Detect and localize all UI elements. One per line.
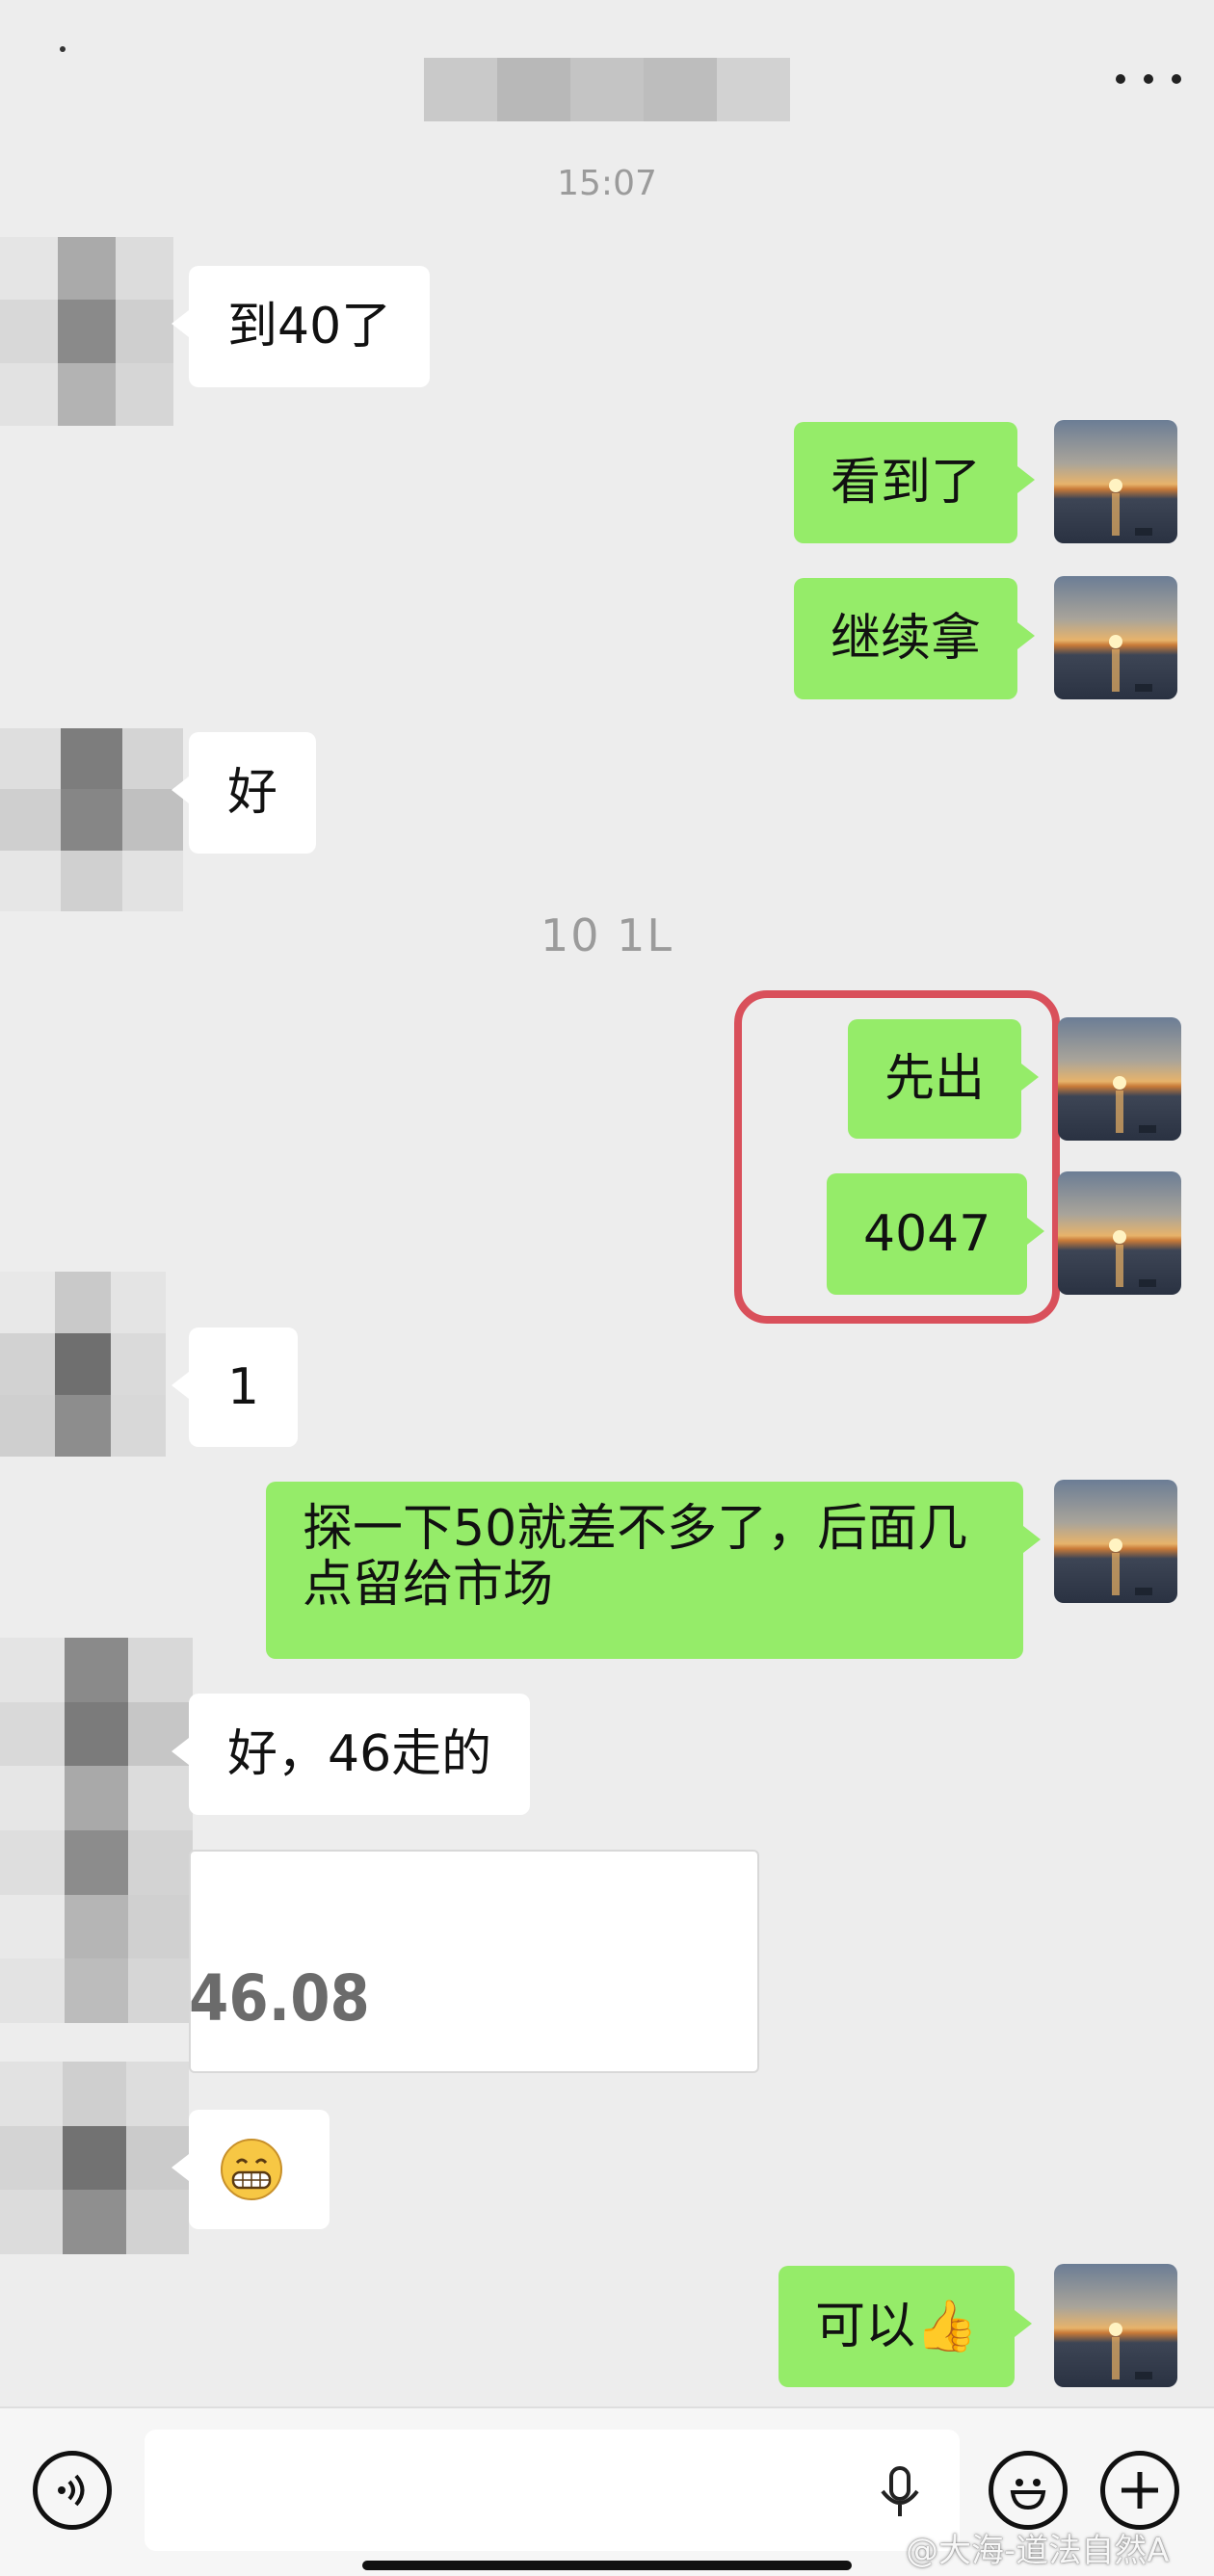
- message-bubble[interactable]: 看到了: [794, 422, 1036, 543]
- user-avatar[interactable]: [1054, 1480, 1177, 1603]
- card-value: 46.08: [189, 1961, 370, 2036]
- user-avatar[interactable]: [1058, 1171, 1181, 1295]
- contact-avatar[interactable]: [0, 1638, 193, 2023]
- message-bubble[interactable]: 好: [171, 732, 317, 854]
- chat-title-blurred: [424, 58, 790, 121]
- back-icon[interactable]: [60, 46, 66, 52]
- voice-icon[interactable]: [33, 2451, 112, 2530]
- message-bubble[interactable]: [172, 2110, 330, 2229]
- partial-timestamp: 10 1L: [540, 909, 674, 961]
- message-bubble[interactable]: 探一下50就差不多了，后面几点留给市场: [266, 1482, 1041, 1659]
- message-input[interactable]: [145, 2430, 960, 2551]
- grin-emoji-icon: [221, 2139, 282, 2200]
- message-bubble[interactable]: 4047: [827, 1173, 1045, 1295]
- message-bubble[interactable]: 先出: [848, 1019, 1040, 1139]
- watermark: @大海-道法自然A: [906, 2532, 1170, 2570]
- message-bubble[interactable]: 继续拿: [794, 578, 1036, 699]
- message-bubble[interactable]: 1: [171, 1327, 299, 1447]
- home-indicator[interactable]: [362, 2561, 852, 2570]
- message-bubble[interactable]: 好，46走的: [171, 1694, 531, 1815]
- message-bubble[interactable]: 可以👍: [779, 2266, 1032, 2387]
- contact-avatar[interactable]: [0, 237, 173, 426]
- microphone-icon[interactable]: [871, 2462, 929, 2524]
- user-avatar[interactable]: [1054, 2264, 1177, 2387]
- plus-icon[interactable]: [1100, 2451, 1179, 2530]
- more-icon[interactable]: [1116, 60, 1181, 98]
- contact-avatar[interactable]: [0, 728, 183, 911]
- contact-avatar[interactable]: [0, 2062, 189, 2254]
- user-avatar[interactable]: [1058, 1017, 1181, 1141]
- user-avatar[interactable]: [1054, 420, 1177, 543]
- emoji-icon[interactable]: [989, 2451, 1068, 2530]
- timestamp: 15:07: [557, 164, 657, 203]
- contact-avatar[interactable]: [0, 1272, 166, 1457]
- user-avatar[interactable]: [1054, 576, 1177, 699]
- message-bubble[interactable]: 到40了: [171, 266, 431, 387]
